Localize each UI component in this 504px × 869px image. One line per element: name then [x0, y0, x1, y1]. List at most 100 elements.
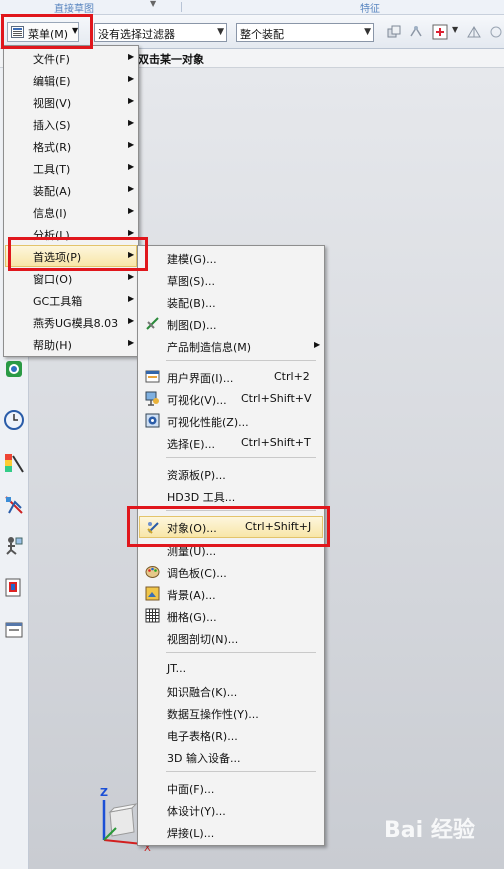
- submenu-item-label: HD3D 工具...: [167, 491, 236, 504]
- submenu-item-shortcut: Ctrl+2: [274, 370, 310, 383]
- chevron-down-icon: ▼: [364, 27, 371, 37]
- tab-divider: [181, 2, 182, 12]
- chevron-down-icon[interactable]: ▼: [452, 25, 458, 34]
- submenu-item-data-interoperability[interactable]: 数据互操作性(Y)...: [139, 702, 323, 724]
- background-icon: [145, 586, 160, 601]
- submenu-item-label: JT...: [167, 662, 187, 675]
- submenu-item-hd3d-tools[interactable]: HD3D 工具...: [139, 485, 323, 507]
- menu-item-edit[interactable]: 编辑(E) ▶: [5, 69, 137, 91]
- submenu-arrow-icon: ▶: [128, 206, 135, 215]
- tab-direct-sketch[interactable]: 直接草图: [54, 0, 94, 15]
- history-clock-icon[interactable]: [3, 409, 25, 431]
- submenu-item-label: 用户界面(I)...: [167, 372, 234, 385]
- selection-scope-select[interactable]: 整个装配 ▼: [236, 23, 374, 42]
- menu-item-view[interactable]: 视图(V) ▶: [5, 91, 137, 113]
- menu-item-label: 装配(A): [33, 185, 72, 198]
- menu-item-tools[interactable]: 工具(T) ▶: [5, 157, 137, 179]
- cue-line-text: 双击某一对象: [138, 53, 204, 66]
- submenu-item-jt[interactable]: JT...: [139, 658, 323, 680]
- ribbon-tab-strip: 直接草图 ▼ 特征: [0, 0, 504, 15]
- menu-item-insert[interactable]: 插入(S) ▶: [5, 113, 137, 135]
- submenu-item-label: 知识融合(K)...: [167, 686, 238, 699]
- submenu-item-midsurface[interactable]: 中面(F)...: [139, 777, 323, 799]
- drafting-icon: [146, 317, 159, 330]
- submenu-item-shortcut: Ctrl+Shift+T: [241, 436, 311, 449]
- user-interface-icon: [145, 370, 160, 383]
- web-browser-icon[interactable]: [3, 358, 25, 380]
- menu-separator: [166, 771, 316, 772]
- submenu-item-label: 资源板(P)...: [167, 469, 226, 482]
- submenu-item-label: 可视化(V)...: [167, 394, 227, 407]
- process-studio-icon[interactable]: [3, 452, 25, 474]
- submenu-arrow-icon: ▶: [128, 338, 135, 347]
- tab-feature[interactable]: 特征: [360, 0, 380, 15]
- submenu-item-label: 装配(B)...: [167, 297, 216, 310]
- submenu-item-resource-bar[interactable]: 资源板(P)...: [139, 463, 323, 485]
- submenu-item-modeling[interactable]: 建模(G)...: [139, 247, 323, 269]
- menu-item-label: GC工具箱: [33, 295, 83, 308]
- submenu-item-label: 可视化性能(Z)...: [167, 416, 249, 429]
- submenu-arrow-icon: ▶: [128, 228, 135, 237]
- menu-item-yanxiu-mold[interactable]: 燕秀UG模具8.03 ▶: [5, 311, 137, 333]
- menu-item-label: 工具(T): [33, 163, 71, 176]
- menu-item-help[interactable]: 帮助(H) ▶: [5, 333, 137, 355]
- submenu-arrow-icon: ▶: [128, 162, 135, 171]
- menu-item-label: 插入(S): [33, 119, 71, 132]
- chevron-down-icon: ▼: [217, 27, 224, 37]
- submenu-item-palette[interactable]: 调色板(C)...: [139, 561, 323, 583]
- menu-item-format[interactable]: 格式(R) ▶: [5, 135, 137, 157]
- submenu-item-assembly[interactable]: 装配(B)...: [139, 291, 323, 313]
- submenu-item-spreadsheet[interactable]: 电子表格(R)...: [139, 724, 323, 746]
- grid-icon: [145, 608, 160, 623]
- reuse-library-icon[interactable]: [3, 494, 25, 516]
- system-materials-icon[interactable]: [3, 619, 25, 641]
- submenu-item-background[interactable]: 背景(A)...: [139, 583, 323, 605]
- submenu-item-label: 3D 输入设备...: [167, 752, 241, 765]
- submenu-item-visualization-performance[interactable]: 可视化性能(Z)...: [139, 410, 323, 432]
- submenu-arrow-icon: ▶: [314, 340, 321, 349]
- submenu-item-user-interface[interactable]: 用户界面(I)... Ctrl+2: [139, 366, 323, 388]
- submenu-item-body-design[interactable]: 体设计(Y)...: [139, 799, 323, 821]
- submenu-item-3d-input-device[interactable]: 3D 输入设备...: [139, 746, 323, 768]
- selection-filter-select[interactable]: 没有选择过滤器 ▼: [94, 23, 227, 42]
- menu-item-file[interactable]: 文件(F) ▶: [5, 47, 137, 69]
- tab-dropdown-icon[interactable]: ▼: [150, 0, 156, 8]
- submenu-item-label: 体设计(Y)...: [167, 805, 226, 818]
- submenu-item-label: 焊接(L)...: [167, 827, 215, 840]
- point-filter-icon[interactable]: [432, 24, 448, 40]
- submenu-item-pmi[interactable]: 产品制造信息(M) ▶: [139, 335, 323, 357]
- menu-item-gc-toolkit[interactable]: GC工具箱 ▶: [5, 289, 137, 311]
- menu-separator: [166, 360, 316, 361]
- palette-book-icon[interactable]: [3, 576, 25, 598]
- submenu-arrow-icon: ▶: [128, 118, 135, 127]
- submenu-item-view-section[interactable]: 视图剖切(N)...: [139, 627, 323, 649]
- submenu-item-label: 调色板(C)...: [167, 567, 227, 580]
- snap-grid-icon[interactable]: [488, 24, 504, 40]
- assembly-icon[interactable]: [386, 24, 402, 40]
- submenu-item-knowledge-fusion[interactable]: 知识融合(K)...: [139, 680, 323, 702]
- axis-z-label: Z: [100, 786, 108, 799]
- menu-item-label: 信息(I): [33, 207, 67, 220]
- submenu-item-visualization[interactable]: 可视化(V)... Ctrl+Shift+V: [139, 388, 323, 410]
- submenu-arrow-icon: ▶: [128, 184, 135, 193]
- snap-point-icon[interactable]: [408, 24, 424, 40]
- submenu-item-sketch[interactable]: 草图(S)...: [139, 269, 323, 291]
- submenu-item-drafting[interactable]: 制图(D)...: [139, 313, 323, 335]
- submenu-item-label: 建模(G)...: [167, 253, 217, 266]
- submenu-item-label: 中面(F)...: [167, 783, 215, 796]
- annotation-preferences-box: [8, 237, 148, 271]
- submenu-item-label: 数据互操作性(Y)...: [167, 708, 259, 721]
- menu-item-information[interactable]: 信息(I) ▶: [5, 201, 137, 223]
- submenu-item-label: 产品制造信息(M): [167, 341, 252, 354]
- submenu-item-selection[interactable]: 选择(E)... Ctrl+Shift+T: [139, 432, 323, 454]
- submenu-item-welding[interactable]: 焊接(L)...: [139, 821, 323, 843]
- visualization-icon: [145, 391, 159, 406]
- annotation-object-box: [127, 506, 330, 547]
- hd3d-tools-icon[interactable]: [3, 534, 25, 556]
- submenu-item-grid[interactable]: 栅格(G)...: [139, 605, 323, 627]
- snap-arrow-icon[interactable]: [466, 24, 482, 40]
- submenu-arrow-icon: ▶: [128, 140, 135, 149]
- menu-item-label: 文件(F): [33, 53, 70, 66]
- submenu-item-label: 栅格(G)...: [167, 611, 217, 624]
- menu-item-assembly[interactable]: 装配(A) ▶: [5, 179, 137, 201]
